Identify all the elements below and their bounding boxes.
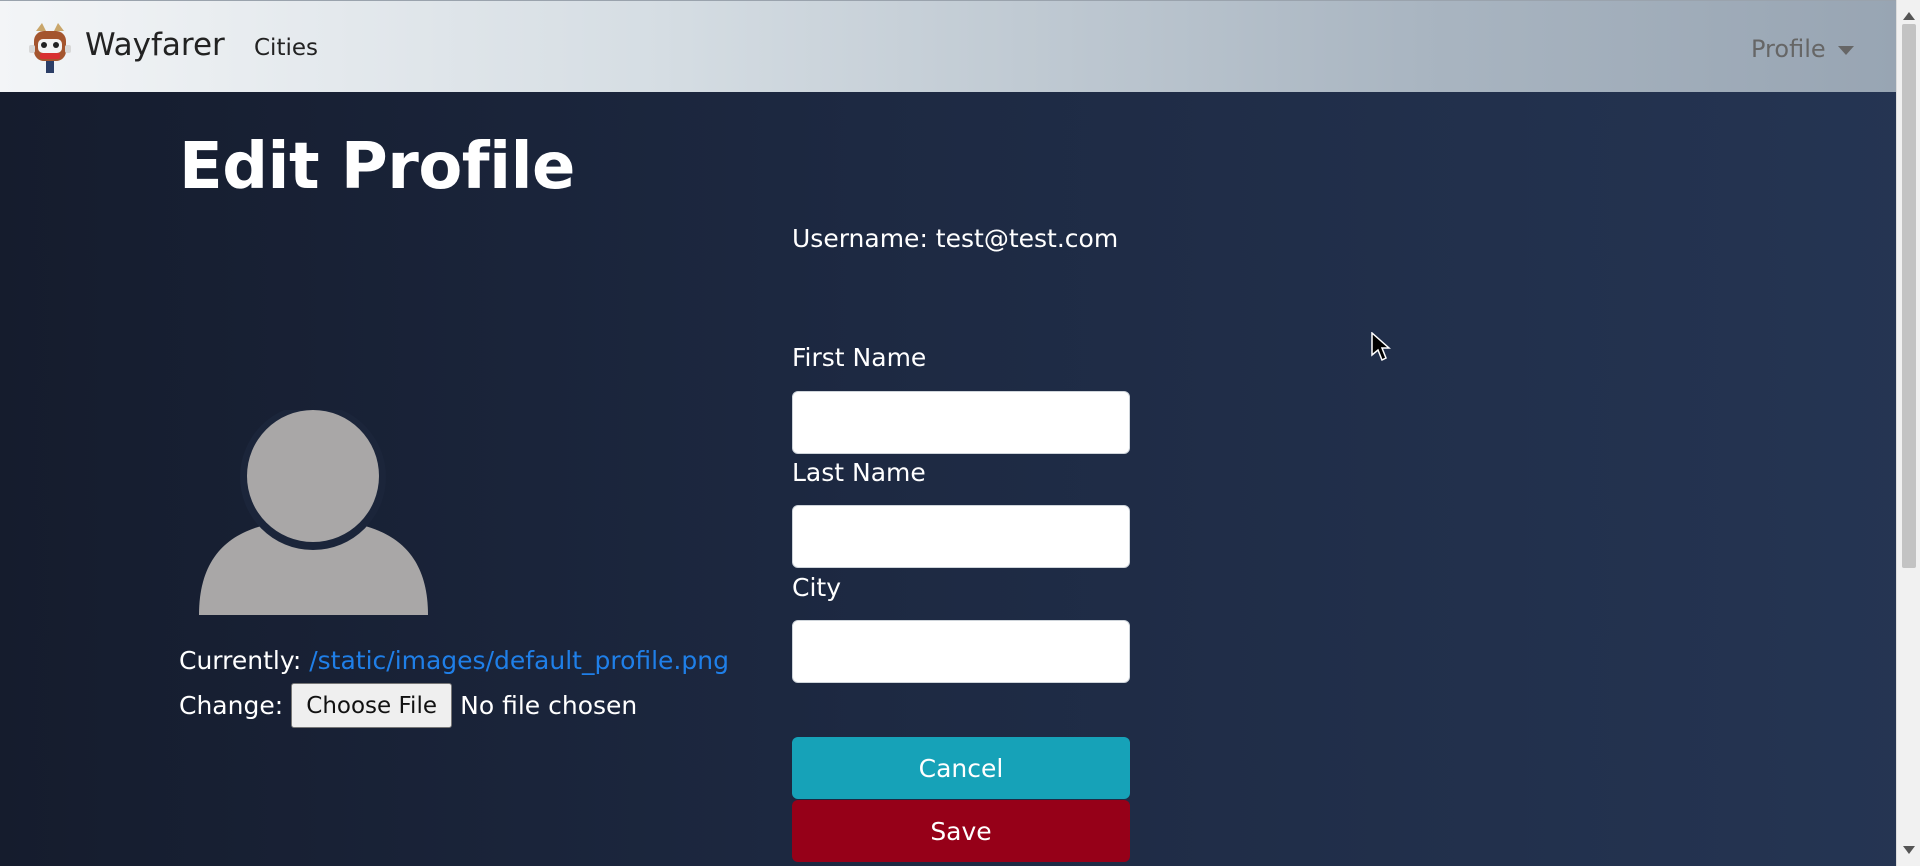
change-label: Change: [179, 691, 284, 720]
scroll-up-arrow-icon[interactable] [1903, 12, 1915, 20]
chevron-down-icon [1837, 46, 1854, 55]
city-label: City [792, 573, 841, 602]
profile-dropdown[interactable]: Profile [1751, 35, 1854, 63]
save-button[interactable]: Save [792, 800, 1130, 862]
last-name-label: Last Name [792, 458, 926, 487]
top-navbar: Wayfarer Cities Profile [0, 0, 1896, 92]
profile-dropdown-label: Profile [1751, 35, 1826, 63]
page-title: Edit Profile [179, 130, 575, 204]
no-file-chosen-text: No file chosen [460, 691, 638, 720]
wayfarer-logo-icon[interactable] [28, 21, 72, 75]
current-picture-row: Currently: /static/images/default_profil… [179, 646, 729, 675]
last-name-field[interactable] [792, 505, 1130, 568]
city-field[interactable] [792, 620, 1130, 683]
first-name-label: First Name [792, 343, 927, 372]
choose-file-button[interactable]: Choose File [291, 683, 453, 728]
username-text: Username: test@test.com [792, 224, 1119, 253]
first-name-field[interactable] [792, 391, 1130, 454]
cancel-button[interactable]: Cancel [792, 737, 1130, 799]
change-picture-row: Change: Choose File No file chosen [179, 683, 637, 728]
scrollbar-thumb[interactable] [1902, 24, 1916, 568]
scroll-down-arrow-icon[interactable] [1903, 846, 1915, 854]
default-avatar-icon [199, 410, 428, 615]
currently-label: Currently: [179, 646, 302, 675]
mouse-cursor-icon [1371, 332, 1391, 362]
current-picture-link[interactable]: /static/images/default_profile.png [309, 646, 729, 675]
brand-name[interactable]: Wayfarer [85, 27, 225, 63]
nav-link-cities[interactable]: Cities [254, 35, 318, 61]
page-scrollbar[interactable] [1896, 0, 1920, 866]
